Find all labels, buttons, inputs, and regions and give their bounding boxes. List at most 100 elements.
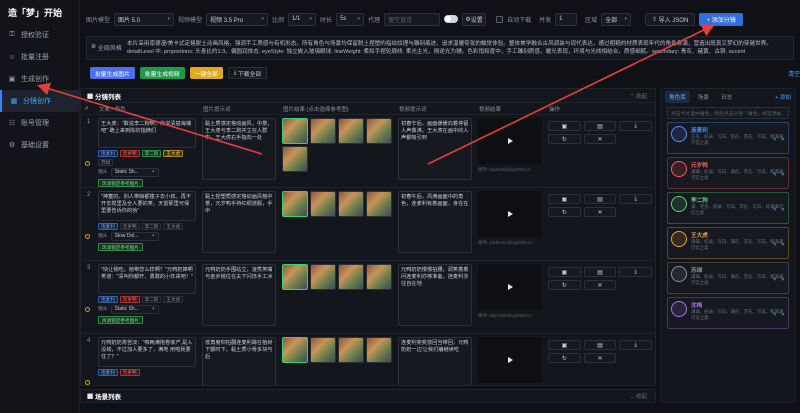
download-icon[interactable]: ⤓ bbox=[619, 121, 652, 131]
sidebar-item-0[interactable]: ⚿ 授权验证 bbox=[0, 24, 79, 46]
play-icon[interactable] bbox=[507, 211, 513, 217]
sidebar-item-5[interactable]: ⚙ 基础设置 bbox=[0, 134, 79, 156]
video-player[interactable] bbox=[478, 264, 542, 310]
result-thumbnail[interactable] bbox=[338, 191, 364, 217]
sidebar-item-1[interactable]: ☺ 批量注册 bbox=[0, 46, 79, 68]
character-tag[interactable]: 连麦利 bbox=[98, 296, 118, 303]
close-icon[interactable]: ✕ bbox=[583, 353, 617, 363]
play-icon[interactable] bbox=[507, 284, 513, 290]
close-icon[interactable]: ✕ bbox=[781, 172, 785, 178]
region-select[interactable]: 全部 ▾ bbox=[601, 12, 632, 26]
drag-handle-icon[interactable] bbox=[85, 307, 90, 312]
refresh-icon[interactable]: ↻ bbox=[548, 280, 581, 290]
image-prompt-textarea[interactable]: 低角度仰拍翻连麦利蹲在植树下颤时下。黏土质小骨多块与后 bbox=[202, 337, 276, 385]
tab-0[interactable]: 角色库 bbox=[665, 91, 690, 103]
clear-link[interactable]: 清空 bbox=[788, 69, 800, 78]
result-thumbnail[interactable] bbox=[282, 118, 308, 144]
proxy-input[interactable]: 留空直连 bbox=[384, 12, 441, 26]
shot-style-select[interactable]: Static Sh... ▾ bbox=[110, 305, 159, 314]
image-prompt-textarea[interactable]: 黏土质感定格动画风，中景，王大虎与李二狗并立在人群中，王大虎右手指向一处 bbox=[202, 118, 276, 180]
batch-videos-button[interactable]: 批量生成视频 bbox=[139, 67, 185, 79]
play-icon[interactable] bbox=[507, 357, 513, 363]
download-icon[interactable]: ⤓ bbox=[619, 267, 652, 277]
play-icon[interactable] bbox=[507, 138, 513, 144]
result-thumbnail[interactable] bbox=[366, 264, 392, 290]
character-card[interactable]: 沈梅 满满、纪录、写白、满在、苏在、写白。和满满可信之类 ✎ ✕ bbox=[667, 297, 789, 329]
character-card[interactable]: 元岁鸭 满满、纪录、写白、满在、苏在、写白。和满满可信之类 ✎ ✕ bbox=[667, 157, 789, 189]
batch-images-button[interactable]: 批量生成图片 bbox=[90, 67, 135, 79]
character-tag[interactable]: 连麦利 bbox=[98, 150, 118, 157]
sidebar-item-2[interactable]: ▣ 生成创作 bbox=[0, 68, 79, 90]
lock-reference-button[interactable]: 风调锁定参考图片 bbox=[98, 179, 143, 187]
character-tag[interactable]: 王大虎 bbox=[163, 223, 184, 230]
refresh-icon[interactable]: ↻ bbox=[548, 134, 581, 144]
character-tag[interactable]: 连麦利 bbox=[98, 369, 118, 376]
character-tag[interactable]: 王大虎 bbox=[163, 296, 184, 303]
close-icon[interactable]: ✕ bbox=[583, 207, 617, 217]
add-character-button[interactable]: + 添加 bbox=[775, 93, 791, 101]
image-icon[interactable]: ▣ bbox=[548, 121, 581, 131]
character-card[interactable]: 连麦利 正在、纪录、写白、常在、苏在、写白。和满满可信之类 ✎ ✕ bbox=[667, 122, 789, 154]
download-icon[interactable]: ⤓ bbox=[619, 194, 652, 204]
duration-select[interactable]: 5s ▾ bbox=[336, 12, 365, 26]
result-thumbnail[interactable] bbox=[366, 337, 392, 363]
download-icon[interactable]: ⤓ bbox=[619, 340, 652, 350]
download-all-button[interactable]: ⤓ 下载全部 bbox=[227, 67, 268, 79]
character-tag[interactable]: 元岁鸭 bbox=[119, 150, 140, 157]
image-icon[interactable]: ▣ bbox=[548, 194, 581, 204]
refresh-icon[interactable]: ↻ bbox=[548, 353, 581, 363]
close-icon[interactable]: ✕ bbox=[583, 280, 617, 290]
video-prompt-textarea[interactable]: 元鸭奶奶慢慢拍腰，调笑着着问连麦利亦够准备，连麦利亦往自在地 bbox=[398, 264, 472, 326]
video-player[interactable] bbox=[478, 118, 542, 164]
result-thumbnail[interactable] bbox=[282, 264, 308, 290]
film-icon[interactable]: ▤ bbox=[583, 194, 617, 204]
scene-textarea[interactable]: "神童的。别人带娘都撞子去小孩。再不开去搅里及全人要的笑，天雷那里可保里要告诉你… bbox=[98, 191, 196, 221]
result-thumbnail[interactable] bbox=[338, 118, 364, 144]
character-tag[interactable]: 李二狗 bbox=[141, 296, 162, 303]
image-prompt-textarea[interactable]: 元鸭奶奶手围站立，凌秀笑嘴与金步摇位在夫下闪烁手工冰 bbox=[202, 264, 276, 326]
film-icon[interactable]: ▤ bbox=[583, 340, 617, 350]
close-icon[interactable]: ✕ bbox=[781, 207, 785, 213]
character-card[interactable]: 苏绿 满满、纪录、写白、满在、苏在、写白。和满满可信之类 ✎ ✕ bbox=[667, 262, 789, 294]
scene-collapse-toggle[interactable]: ⌄ 收起 bbox=[630, 392, 647, 400]
close-icon[interactable]: ✕ bbox=[781, 277, 785, 283]
video-model-select[interactable]: 视频 3.5 Pro ▾ bbox=[206, 12, 269, 26]
character-tag[interactable]: 元岁鸭 bbox=[119, 296, 140, 303]
result-thumbnail[interactable] bbox=[282, 191, 308, 217]
scene-textarea[interactable]: 元鸭奶奶将苦淡："咱两满拖卷家产,是入没钱，不过加人要多了，满地 用啦我要住了？… bbox=[98, 337, 196, 367]
result-thumbnail[interactable] bbox=[310, 118, 336, 144]
result-thumbnail[interactable] bbox=[338, 264, 364, 290]
settings-button[interactable]: ⚙ 设置 bbox=[462, 12, 487, 26]
close-icon[interactable]: ✕ bbox=[781, 137, 785, 143]
sidebar-item-3[interactable]: ▦ 分镜创作 bbox=[0, 90, 79, 112]
edit-icon[interactable]: ✎ bbox=[773, 207, 777, 213]
shot-style-select[interactable]: Static Sh... ▾ bbox=[110, 168, 159, 177]
film-icon[interactable]: ▤ bbox=[583, 267, 617, 277]
auto-download-checkbox[interactable] bbox=[496, 15, 504, 23]
video-prompt-textarea[interactable]: 初春午后，风满画面中的角色，连麦利有着画面，身在在 bbox=[398, 191, 472, 253]
ratio-select[interactable]: 1/1 ▾ bbox=[288, 12, 317, 26]
concurrency-stepper[interactable]: 1 bbox=[555, 12, 578, 26]
result-thumbnail[interactable] bbox=[366, 118, 392, 144]
image-prompt-textarea[interactable]: 黏土捏塑质感定格动画风格中景，元岁鸭手持红绸道服，手中 bbox=[202, 191, 276, 253]
character-tag[interactable]: 连麦利 bbox=[98, 223, 118, 230]
import-json-button[interactable]: ⇪ 导入 JSON bbox=[645, 12, 696, 26]
character-card[interactable]: 王大虎 满满、纪录、写白、满在、苏在、写白。和满满可信之类 ✎ ✕ bbox=[667, 227, 789, 259]
proxy-toggle[interactable] bbox=[444, 15, 459, 23]
character-tag[interactable]: 元岁鸭 bbox=[119, 369, 140, 376]
drag-handle-icon[interactable] bbox=[85, 161, 90, 166]
close-icon[interactable]: ✕ bbox=[781, 242, 785, 248]
image-icon[interactable]: ▣ bbox=[548, 267, 581, 277]
scene-textarea[interactable]: 王大虎："敢说李二狗啊，你说清楚海捕吧" 跪上来到陈的指摘们 bbox=[98, 118, 196, 148]
shot-style-select[interactable]: Slow Dol... ▾ bbox=[110, 232, 159, 241]
add-shot-button[interactable]: + 添加分镜 bbox=[699, 12, 744, 26]
one-key-all-button[interactable]: 一键全部 bbox=[189, 67, 223, 79]
tab-1[interactable]: 场景 bbox=[694, 91, 713, 103]
close-icon[interactable]: ✕ bbox=[781, 312, 785, 318]
lock-reference-button[interactable]: 风调锁定参考图片 bbox=[98, 316, 143, 324]
edit-icon[interactable]: ✎ bbox=[773, 312, 777, 318]
close-icon[interactable]: ✕ bbox=[583, 134, 617, 144]
drag-handle-icon[interactable] bbox=[85, 380, 90, 385]
video-prompt-textarea[interactable]: 连麦利奕奕放回当带回，元鸭奶奶一边'让我们编继续吃 bbox=[398, 337, 472, 385]
edit-icon[interactable]: ✎ bbox=[773, 277, 777, 283]
